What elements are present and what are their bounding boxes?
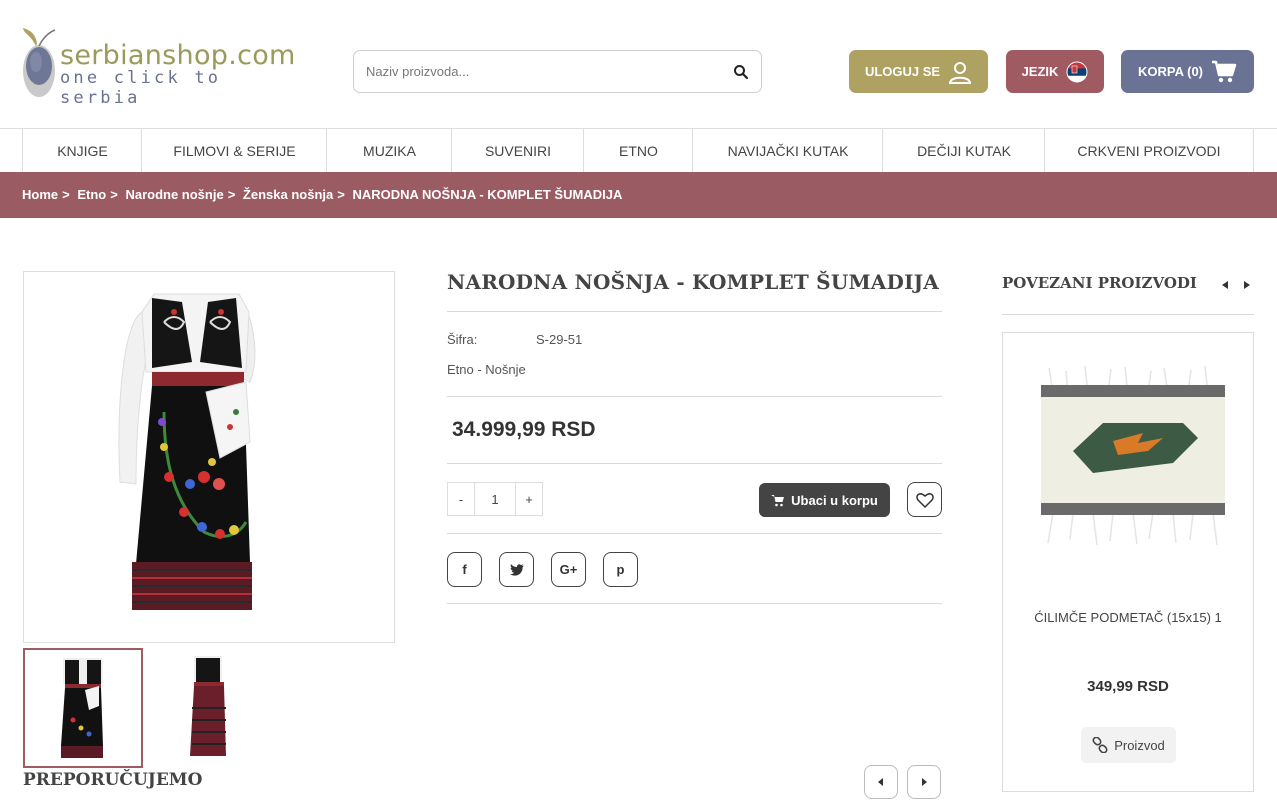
nav-item-muzika[interactable]: MUZIKA — [326, 129, 452, 172]
facebook-icon: f — [462, 562, 467, 577]
site-logo[interactable]: serbianshop.com one click to serbia — [22, 26, 295, 108]
nav-item-knjige[interactable]: KNJIGE — [22, 129, 142, 172]
login-label: ULOGUJ SE — [864, 64, 941, 79]
breadcrumb-narodne-nosnje[interactable]: Narodne nošnje — [125, 187, 223, 202]
nav-item-crkveni[interactable]: CRKVENI PROIZVODI — [1044, 129, 1254, 172]
plum-logo-icon — [23, 28, 56, 97]
login-button[interactable]: ULOGUJ SE — [849, 50, 988, 93]
breadcrumb-separator: > — [227, 187, 236, 202]
serbia-flag-icon — [1066, 61, 1088, 82]
divider — [447, 463, 942, 464]
nav-item-deciji[interactable]: DEČIJI KUTAK — [882, 129, 1045, 172]
breadcrumb-separator: > — [337, 187, 345, 202]
related-product-name[interactable]: ĆILIMČE PODMETAČ (15x15) 1 — [1003, 610, 1253, 625]
cart-icon — [771, 494, 785, 506]
view-product-button[interactable]: Proizvod — [1081, 727, 1176, 763]
recommended-next-button[interactable] — [907, 765, 941, 799]
breadcrumb-etno[interactable]: Etno — [77, 187, 106, 202]
main-nav: KNJIGE FILMOVI & SERIJE MUZIKA SUVENIRI … — [0, 128, 1277, 172]
breadcrumb-current: NARODNA NOŠNJA - KOMPLET ŠUMADIJA — [352, 187, 623, 202]
add-to-cart-label: Ubaci u korpu — [791, 492, 878, 508]
nav-item-label: MUZIKA — [363, 142, 416, 159]
nav-item-filmovi[interactable]: FILMOVI & SERIJE — [141, 129, 327, 172]
link-icon — [1092, 737, 1108, 753]
nav-item-suveniri[interactable]: SUVENIRI — [451, 129, 584, 172]
cart-icon — [1212, 60, 1237, 82]
share-twitter-button[interactable] — [499, 552, 534, 587]
divider — [447, 603, 942, 604]
breadcrumb-bar: Home > Etno > Narodne nošnje > Ženska nošnj… — [0, 172, 1277, 218]
site-header: serbianshop.com one click to serbia ULOG… — [0, 0, 1277, 128]
logo-tagline: one click to serbia — [60, 68, 222, 108]
costume-front-thumbnail — [61, 658, 103, 758]
share-facebook-button[interactable]: f — [447, 552, 482, 587]
share-googleplus-button[interactable]: G+ — [551, 552, 586, 587]
breadcrumb-separator: > — [110, 187, 118, 202]
rug-coaster-image — [1041, 365, 1225, 546]
sku-value: S-29-51 — [536, 332, 583, 347]
nav-item-label: CRKVENI PROIZVODI — [1077, 142, 1221, 159]
costume-back-thumbnail — [190, 656, 226, 756]
related-product-card[interactable]: ĆILIMČE PODMETAČ (15x15) 1 349,99 RSD Pr… — [1002, 332, 1254, 792]
divider — [447, 396, 942, 397]
divider — [1002, 314, 1254, 315]
prev-arrow-icon — [1222, 281, 1228, 289]
nav-item-label: ETNO — [619, 142, 658, 159]
related-product-price: 349,99 RSD — [1087, 678, 1169, 695]
recommended-prev-button[interactable] — [864, 765, 898, 799]
chevron-right-icon — [922, 778, 927, 786]
cart-button[interactable]: KORPA (0) — [1121, 50, 1254, 93]
product-thumbnail[interactable] — [148, 648, 268, 768]
share-pinterest-button[interactable]: p — [603, 552, 638, 587]
logo-title: serbianshop.com — [60, 40, 296, 71]
add-to-cart-button[interactable]: Ubaci u korpu — [759, 483, 890, 517]
google-plus-icon: G+ — [559, 562, 578, 577]
divider — [447, 311, 942, 312]
wishlist-button[interactable] — [907, 482, 942, 517]
chevron-left-icon — [878, 778, 883, 786]
language-label: JEZIK — [1021, 64, 1059, 79]
product-thumbnail[interactable] — [23, 648, 143, 768]
nav-item-label: DEČIJI KUTAK — [917, 142, 1011, 159]
quantity-stepper: - 1 + — [447, 482, 543, 516]
search-icon[interactable] — [733, 64, 749, 80]
qty-input[interactable]: 1 — [474, 483, 516, 515]
cart-label: KORPA (0) — [1138, 64, 1203, 79]
user-icon — [949, 61, 972, 84]
qty-increase-button[interactable]: + — [516, 483, 542, 515]
recommended-title: PREPORUČUJEMO — [23, 770, 203, 790]
pinterest-icon: p — [616, 562, 625, 577]
twitter-icon — [509, 563, 524, 576]
related-carousel-arrows — [1222, 281, 1250, 289]
nav-item-etno[interactable]: ETNO — [583, 129, 693, 172]
related-products-title: POVEZANI PROIZVODI — [1002, 274, 1197, 292]
nav-item-navijacki[interactable]: NAVIJAČKI KUTAK — [692, 129, 883, 172]
product-category: Etno - Nošnje — [447, 362, 526, 377]
divider — [447, 533, 942, 534]
view-product-label: Proizvod — [1114, 737, 1165, 753]
product-title: NARODNA NOŠNJA - KOMPLET ŠUMADIJA — [447, 270, 940, 294]
nav-item-label: SUVENIRI — [484, 142, 552, 159]
search-input[interactable] — [366, 51, 726, 92]
nav-item-label: FILMOVI & SERIJE — [173, 142, 296, 159]
folk-costume-image — [118, 293, 256, 610]
qty-decrease-button[interactable]: - — [448, 483, 474, 515]
sku-label: Šifra: — [447, 332, 478, 347]
breadcrumb: Home > Etno > Narodne nošnje > Ženska nošnj… — [22, 187, 626, 202]
nav-item-label: NAVIJAČKI KUTAK — [727, 142, 849, 159]
breadcrumb-separator: > — [62, 187, 70, 202]
breadcrumb-zenska-nosnja[interactable]: Ženska nošnja — [243, 187, 333, 202]
product-main-image[interactable] — [23, 271, 395, 643]
heart-icon — [915, 492, 934, 508]
search-box — [353, 50, 762, 93]
product-price: 34.999,99 RSD — [452, 418, 596, 441]
nav-item-label: KNJIGE — [57, 142, 108, 159]
breadcrumb-home[interactable]: Home — [22, 187, 58, 202]
language-button[interactable]: JEZIK — [1006, 50, 1104, 93]
next-arrow-icon — [1244, 281, 1250, 289]
